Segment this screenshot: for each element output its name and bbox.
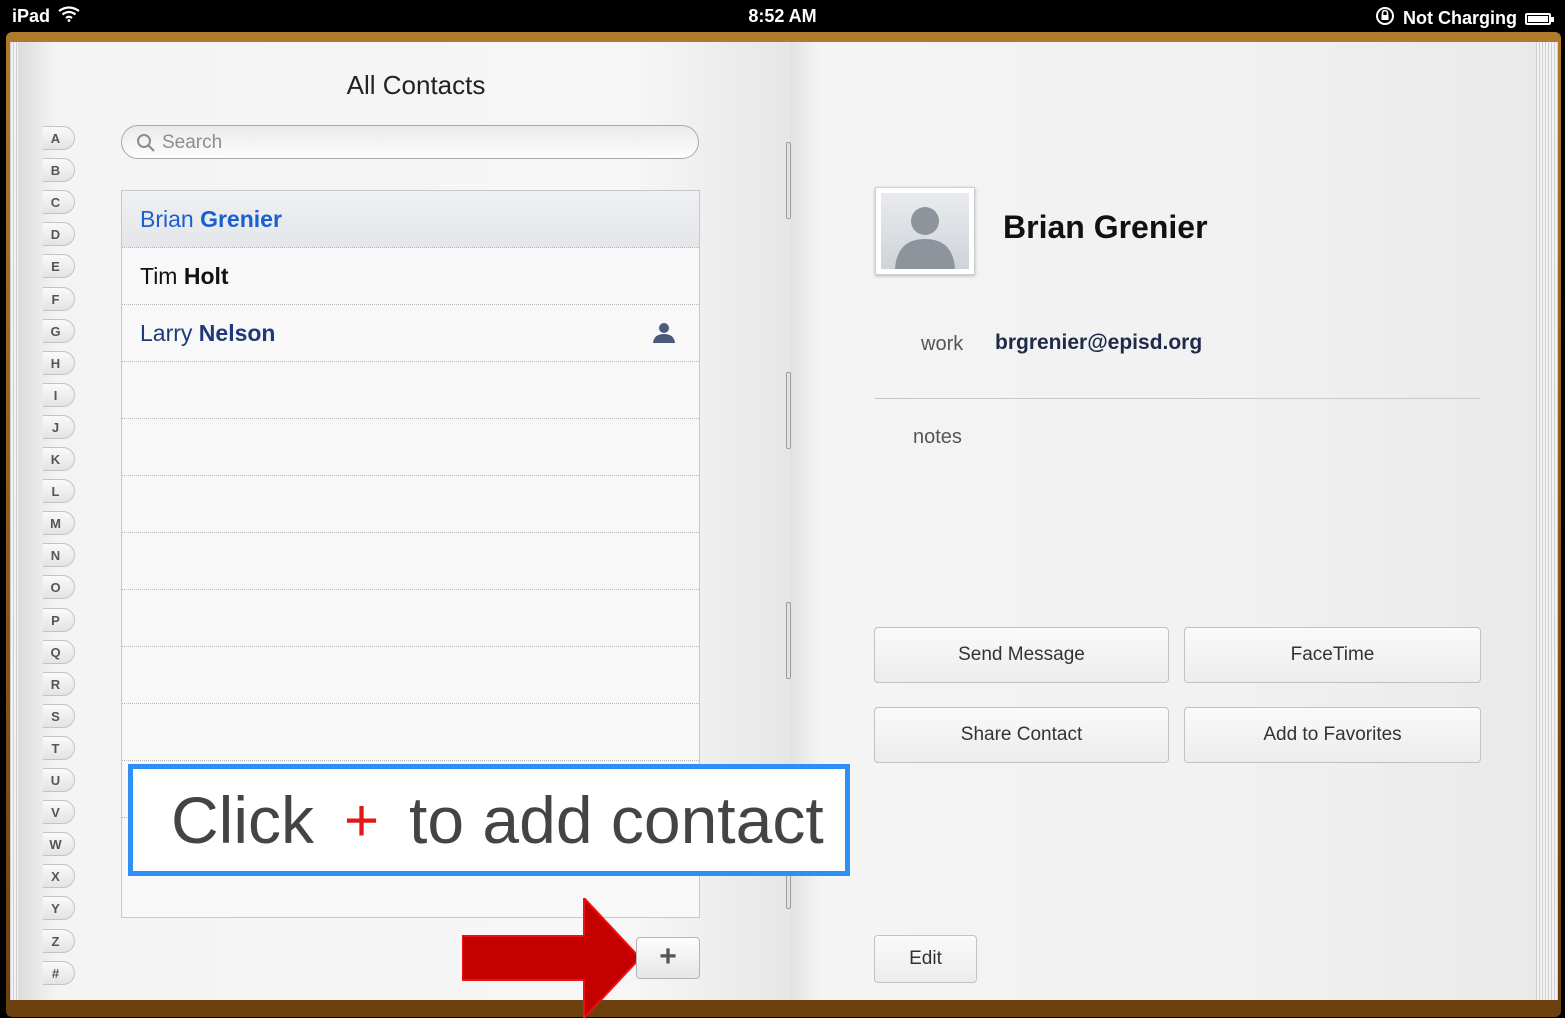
index-letter-j[interactable]: J	[43, 414, 75, 439]
empty-row	[122, 533, 699, 590]
page-title: All Contacts	[346, 70, 486, 100]
person-silhouette-icon	[895, 207, 955, 269]
index-letter-x[interactable]: X	[43, 864, 75, 889]
spine-stitch	[786, 602, 791, 679]
spine-stitch	[786, 142, 791, 219]
index-letter-r[interactable]: R	[43, 671, 75, 696]
index-letter-b[interactable]: B	[43, 158, 75, 183]
empty-row	[122, 362, 699, 419]
index-letter-c[interactable]: C	[43, 190, 75, 215]
notes-label: notes	[913, 426, 962, 448]
index-letter-z[interactable]: Z	[43, 928, 75, 953]
empty-row	[122, 704, 699, 761]
divider	[875, 398, 1480, 399]
status-bar: iPad 8:52 AM Not Charging	[0, 0, 1565, 32]
share-contact-button[interactable]: Share Contact	[874, 707, 1169, 763]
callout-plus: +	[344, 786, 380, 854]
index-letter-w[interactable]: W	[43, 832, 75, 857]
index-letter-h[interactable]: H	[43, 350, 75, 375]
empty-row	[122, 476, 699, 533]
index-letter-i[interactable]: I	[43, 382, 75, 407]
index-letter-t[interactable]: T	[43, 735, 75, 760]
index-letter-l[interactable]: L	[43, 479, 75, 504]
index-letter-g[interactable]: G	[43, 318, 75, 343]
index-letter-f[interactable]: F	[43, 286, 75, 311]
callout-text: to add contact	[409, 783, 824, 857]
index-letter-k[interactable]: K	[43, 447, 75, 471]
page-edges-right	[1536, 42, 1558, 1000]
empty-row	[122, 419, 699, 476]
add-contact-button[interactable]: +	[636, 937, 700, 979]
instruction-callout: Click + to add contact	[128, 764, 850, 876]
search-bar[interactable]	[121, 125, 699, 159]
search-input[interactable]	[160, 131, 664, 155]
contact-name: Brian Grenier	[140, 206, 282, 232]
contact-row-tim-holt[interactable]: Tim Holt	[122, 248, 699, 305]
index-letter-p[interactable]: P	[43, 607, 75, 632]
me-card-person-icon	[651, 322, 677, 349]
alphabet-index[interactable]: A B C D E F G H I J K L M N O P Q R S T U V W X Y Z #	[43, 126, 79, 986]
clock: 8:52 AM	[748, 6, 817, 26]
contact-name: Larry Nelson	[140, 320, 276, 346]
battery-icon	[1525, 12, 1554, 25]
contact-row-larry-nelson[interactable]: Larry Nelson	[122, 305, 699, 362]
index-letter-n[interactable]: N	[43, 543, 75, 568]
index-letter-hash[interactable]: #	[43, 960, 75, 985]
index-letter-v[interactable]: V	[43, 800, 75, 825]
empty-row	[122, 590, 699, 647]
empty-row	[122, 647, 699, 704]
detail-page	[790, 42, 1547, 1000]
send-message-button[interactable]: Send Message	[874, 627, 1169, 683]
index-letter-e[interactable]: E	[43, 254, 75, 279]
facetime-button[interactable]: FaceTime	[1184, 627, 1481, 683]
index-letter-o[interactable]: O	[43, 575, 75, 600]
index-letter-y[interactable]: Y	[43, 896, 75, 921]
red-arrow-icon	[462, 898, 642, 1018]
add-to-favorites-button[interactable]: Add to Favorites	[1184, 707, 1481, 763]
rotation-lock-icon	[1375, 6, 1395, 31]
contact-detail-name: Brian Grenier	[1003, 209, 1208, 245]
avatar[interactable]	[875, 187, 975, 275]
index-letter-a[interactable]: A	[43, 126, 75, 150]
email-label: work	[921, 333, 964, 355]
index-letter-d[interactable]: D	[43, 222, 75, 247]
index-letter-s[interactable]: S	[43, 703, 75, 728]
index-letter-q[interactable]: Q	[43, 639, 75, 664]
address-book: All Contacts ABCDEFGHIJKLMNOPQRSTUVWXYZ #…	[6, 32, 1561, 1018]
contact-name: Tim Holt	[140, 263, 229, 289]
index-letter-m[interactable]: M	[43, 511, 75, 536]
spine-stitch	[786, 372, 791, 449]
email-value[interactable]: brgrenier@episd.org	[995, 331, 1202, 355]
index-letter-u[interactable]: U	[43, 768, 75, 792]
edit-button[interactable]: Edit	[874, 935, 977, 983]
callout-text: Click	[171, 783, 314, 857]
search-icon	[136, 133, 156, 158]
contact-row-brian-grenier[interactable]: Brian Grenier	[122, 191, 699, 248]
charging-status: Not Charging	[1403, 8, 1517, 28]
